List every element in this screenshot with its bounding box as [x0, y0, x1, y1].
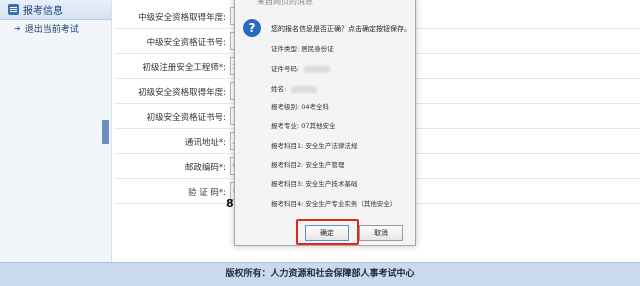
field-label: 初级注册安全工程师*: [142, 63, 226, 73]
dialog-field-label: 姓名: [271, 85, 287, 93]
confirm-dialog: 来自网页的消息 ? 您的报名信息是否正确？点击确定按钮保存。 证件类型: 居民身… [234, 0, 416, 246]
field-label: 中级安全资格证书号: [146, 38, 226, 48]
field-label: 通讯地址*: [184, 138, 226, 148]
field-label: 邮政编码*: [184, 163, 226, 173]
dialog-field-value: 居民身份证 [301, 45, 334, 53]
footer: 版权所有：人力资源和社会保障部人事考试中心 [0, 262, 640, 286]
dialog-button-bar: 确定 取消 [235, 215, 415, 245]
dialog-field: 报考科目1: 安全生产法律法规 [271, 140, 357, 150]
dialog-field: 报考专业: 07其他安全 [271, 120, 336, 130]
redacted-id-number [304, 65, 331, 73]
dialog-field-value: 07其他安全 [301, 122, 336, 130]
dialog-field-label: 证件类型: [271, 45, 300, 53]
field-label: 验 证 码*: [187, 188, 226, 198]
dialog-field-label: 报考级别: [271, 103, 300, 111]
dialog-field-label: 报考科目4: [271, 200, 304, 208]
dialog-field-label: 报考科目2: [271, 161, 304, 169]
sidebar-collapse-handle[interactable] [102, 120, 109, 144]
sidebar-item-exit-exam[interactable]: ➔ 退出当前考试 [0, 20, 111, 36]
dialog-field-value: 04考全科 [301, 103, 330, 111]
dialog-field-value: 安全生产管理 [305, 161, 345, 169]
dialog-field-label: 证件号码: [271, 65, 300, 73]
dialog-field-value: 安全生产法律法规 [305, 142, 358, 150]
dialog-field-label: 报考科目1: [271, 142, 304, 150]
dialog-field: 报考科目2: 安全生产管理 [271, 159, 344, 169]
field-label: 初级安全资格证书号: [146, 113, 226, 123]
ok-button[interactable]: 确定 [305, 225, 349, 241]
dialog-field: 证件类型: 居民身份证 [271, 43, 334, 53]
dialog-field: 证件号码: [271, 63, 331, 73]
question-icon: ? [243, 19, 261, 37]
arrow-right-icon: ➔ [14, 23, 21, 33]
dialog-field-value: 安全生产技术基础 [305, 180, 358, 188]
list-icon [8, 4, 19, 15]
field-label: 初级安全资格取得年度: [138, 88, 226, 98]
field-label: 中级安全资格取得年度: [138, 13, 226, 23]
sidebar: 报考信息 ➔ 退出当前考试 [0, 0, 112, 262]
cancel-button[interactable]: 取消 [359, 225, 403, 241]
dialog-message: 您的报名信息是否正确？点击确定按钮保存。 [271, 25, 411, 33]
dialog-field-label: 报考专业: [271, 122, 300, 130]
dialog-title: 来自网页的消息 [257, 0, 313, 6]
dialog-field: 姓名: [271, 83, 318, 93]
sidebar-header: 报考信息 [0, 0, 111, 20]
sidebar-item-label: 退出当前考试 [24, 24, 79, 35]
captcha-image[interactable]: 8 [226, 197, 234, 210]
dialog-field: 报考科目4: 安全生产专业实务（其他安全） [271, 198, 396, 208]
dialog-field: 报考级别: 04考全科 [271, 101, 329, 111]
sidebar-header-label: 报考信息 [23, 6, 63, 17]
dialog-field-label: 报考科目3: [271, 180, 304, 188]
dialog-field: 报考科目3: 安全生产技术基础 [271, 178, 357, 188]
dialog-field-value: 安全生产专业实务（其他安全） [305, 200, 397, 208]
redacted-name [291, 85, 318, 93]
